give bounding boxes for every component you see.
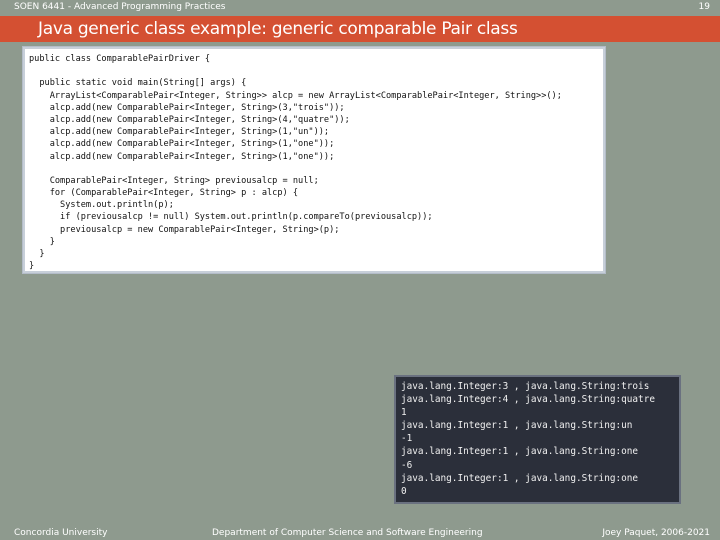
- code-panel: public class ComparablePairDriver { publ…: [23, 47, 605, 273]
- code-line: previousalcp = new ComparablePair<Intege…: [29, 224, 340, 235]
- console-output-panel: java.lang.Integer:3 , java.lang.String:t…: [394, 375, 681, 504]
- code-line: public static void main(String[] args) {: [29, 78, 247, 89]
- output-line: java.lang.Integer:1 , java.lang.String:u…: [401, 420, 633, 432]
- output-line: java.lang.Integer:4 , java.lang.String:q…: [401, 394, 655, 406]
- output-line: java.lang.Integer:1 , java.lang.String:o…: [401, 472, 639, 484]
- slide-title: Java generic class example: generic comp…: [38, 19, 518, 39]
- output-line: 0: [401, 485, 407, 497]
- code-line: }: [29, 261, 35, 272]
- code-line: alcp.add(new ComparablePair<Integer, Str…: [29, 114, 350, 125]
- output-line: java.lang.Integer:3 , java.lang.String:t…: [401, 381, 650, 392]
- footer-university: Concordia University: [14, 528, 108, 538]
- code-line: public class ComparablePairDriver {: [29, 54, 211, 64]
- code-line: if (previousalcp != null) System.out.pri…: [29, 212, 433, 223]
- course-title: SOEN 6441 - Advanced Programming Practic…: [14, 2, 226, 12]
- console-output: java.lang.Integer:3 , java.lang.String:t…: [401, 380, 655, 498]
- output-line: java.lang.Integer:1 , java.lang.String:o…: [401, 446, 639, 458]
- code-line: ArrayList<ComparablePair<Integer, String…: [29, 90, 562, 101]
- code-line: alcp.add(new ComparablePair<Integer, Str…: [29, 139, 335, 150]
- code-line: alcp.add(new ComparablePair<Integer, Str…: [29, 127, 330, 138]
- output-line: -1: [401, 433, 413, 445]
- code-line: ComparablePair<Integer, String> previous…: [29, 175, 319, 186]
- code-line: }: [29, 236, 55, 247]
- top-bar: SOEN 6441 - Advanced Programming Practic…: [0, 0, 720, 14]
- code-line: for (ComparablePair<Integer, String> p :…: [29, 188, 299, 199]
- code-listing: public class ComparablePairDriver { publ…: [29, 53, 562, 272]
- code-line: System.out.println(p);: [29, 200, 174, 211]
- page-number: 19: [698, 2, 710, 12]
- footer-author: Joey Paquet, 2006-2021: [602, 528, 710, 538]
- code-line: alcp.add(new ComparablePair<Integer, Str…: [29, 151, 335, 162]
- title-band: Java generic class example: generic comp…: [0, 16, 720, 42]
- output-line: 1: [401, 407, 407, 419]
- output-line: -6: [401, 459, 413, 471]
- footer-department: Department of Computer Science and Softw…: [212, 528, 483, 538]
- code-line: alcp.add(new ComparablePair<Integer, Str…: [29, 102, 345, 113]
- footer: Concordia University Department of Compu…: [0, 526, 720, 540]
- code-line: }: [29, 249, 45, 259]
